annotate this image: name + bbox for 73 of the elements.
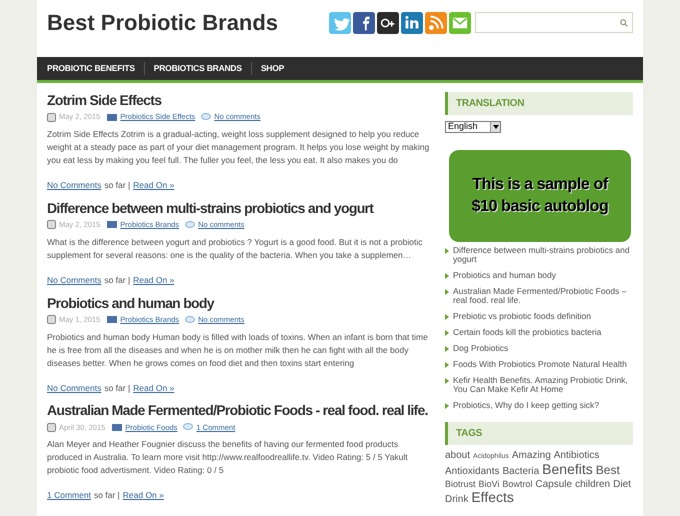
bullet-icon [445,289,449,295]
tag-link[interactable]: Antioxidants [445,466,500,478]
tag-link[interactable]: children [575,479,610,491]
tag-link[interactable]: Effects [471,491,514,503]
tag-link[interactable]: Antibiotics [554,450,600,462]
comment-bubble-icon [185,220,196,229]
post-excerpt: What is the difference between yogurt and probiotics ? Yogurt is a good food. But it is not a probiotic supplement for several reasons: one is the quality of the bacteria. When you take a supplemen… [47,236,424,262]
tag-link[interactable]: Biotrust [445,478,476,490]
so-far-text: so far | [104,179,130,192]
comments-link[interactable]: No Comments [47,382,102,394]
search-icon[interactable] [620,18,628,26]
bullet-icon [445,330,449,336]
recent-post-link[interactable]: Australian Made Fermented/Probiotic Foods – real food. real life. [453,287,633,305]
tag-link[interactable]: Drink [445,494,468,506]
dropdown-arrow-icon [490,122,500,132]
recent-post-link[interactable]: Certain foods kill the probiotics bacteria [453,328,602,337]
tag-link[interactable]: Capsule [535,479,572,491]
recent-post-link[interactable]: Dog Probiotics [453,344,508,353]
tag-link[interactable]: Diet [613,479,631,491]
post-excerpt: Probiotics and human body Human body is filled with loads of toxins. When an infant is born that time he is free from all the diseases and when he is on mother milk then he can fight with all the body diseases better. When he grows comes on food diet and then toxins start entering [47,330,429,370]
rss-icon[interactable] [425,12,447,34]
search-field[interactable] [475,12,633,33]
language-select[interactable]: English [445,121,501,133]
read-on-link[interactable]: Read On » [133,382,174,394]
comment-bubble-icon [185,316,196,324]
recent-post-link[interactable]: Probiotics, Why do I keep getting sick? [453,401,599,410]
googleplus-icon[interactable] [377,12,399,34]
nav-link[interactable]: SHOP [260,62,294,75]
widget-heading: TRANSLATION [445,92,633,115]
so-far-text: so far | [94,489,120,502]
tag-link[interactable]: about [445,450,470,462]
tag-link[interactable]: Bacteria [502,466,540,478]
post-excerpt: Alan Meyer and Heather Fougnier discuss the benefits of having our fermented food products produced in Australia. To learn more visit http://www.realfoodreallife.tv. Video Rating: 5 / 5 Yakult probiotic food advertisment. Video Rating: 0 / 5 [47,438,409,478]
nav-link[interactable]: PROBIOTICS BRANDS [154,62,252,75]
so-far-text: so far | [104,382,130,394]
post-title[interactable]: Zotrim Side Effects [47,92,434,109]
tag-link[interactable]: Benefits [542,463,593,475]
comments-link[interactable]: No Comments [47,274,102,286]
bullet-icon [445,273,449,279]
tag-link[interactable]: Best [596,464,620,476]
tag-link[interactable]: BioVi [478,478,500,490]
comments-link[interactable]: No Comments [47,179,102,192]
comments-link[interactable]: 1 Comment [47,489,91,502]
tag-link[interactable]: Amazing [512,450,551,462]
post-title[interactable]: Australian Made Fermented/Probiotic Foods - real food. real life. [47,402,434,420]
recent-post-link[interactable]: Prebiotic vs probiotic foods definition [453,312,591,321]
recent-post-link[interactable]: Kefir Health Benefits. Amazing Probiotic Drink, You Can Make Kefir At Home [453,376,633,394]
recent-post-link[interactable]: Foods With Probiotics Promote Natural Health [453,360,627,369]
widget-heading: TAGS [445,422,633,445]
tag-link[interactable]: Bowtrol [502,478,532,490]
read-on-link[interactable]: Read On » [122,489,164,502]
post-title[interactable]: Probiotics and human body [47,294,434,312]
post-title[interactable]: Difference between multi-strains probiotics and yogurt [47,200,434,217]
bullet-icon [445,362,449,368]
so-far-text: so far | [104,274,130,286]
bullet-icon [445,403,449,409]
recent-post-link[interactable]: Difference between multi-strains probiotics and yogurt [453,246,633,264]
sample-banner-text: This is a sample of $10 basic autoblog [470,175,610,217]
read-on-link[interactable]: Read On » [133,274,174,286]
facebook-icon[interactable] [353,12,375,34]
email-icon[interactable] [449,12,471,34]
post-excerpt: Zotrim Side Effects Zotrim is a gradual-acting, weight loss supplement designed to help you reduce weight at a steady pace as part of your diet management program. It helps you lose weight by making you eat less by making you feel full. The fuller you feel, the less you eat. It also makes you do [47,128,430,167]
bullet-icon [445,248,449,254]
linkedin-icon[interactable] [401,12,423,34]
site-title[interactable]: Best Probiotic Brands [47,6,329,39]
nav-link[interactable]: PROBIOTIC BENEFITS [47,62,145,75]
bullet-icon [445,346,449,352]
read-on-link[interactable]: Read On » [133,179,174,192]
bullet-icon [445,314,449,320]
comment-bubble-icon [201,113,212,121]
bullet-icon [445,378,449,384]
recent-post-link[interactable]: Probiotics and human body [453,271,556,280]
comment-bubble-icon [183,423,194,432]
